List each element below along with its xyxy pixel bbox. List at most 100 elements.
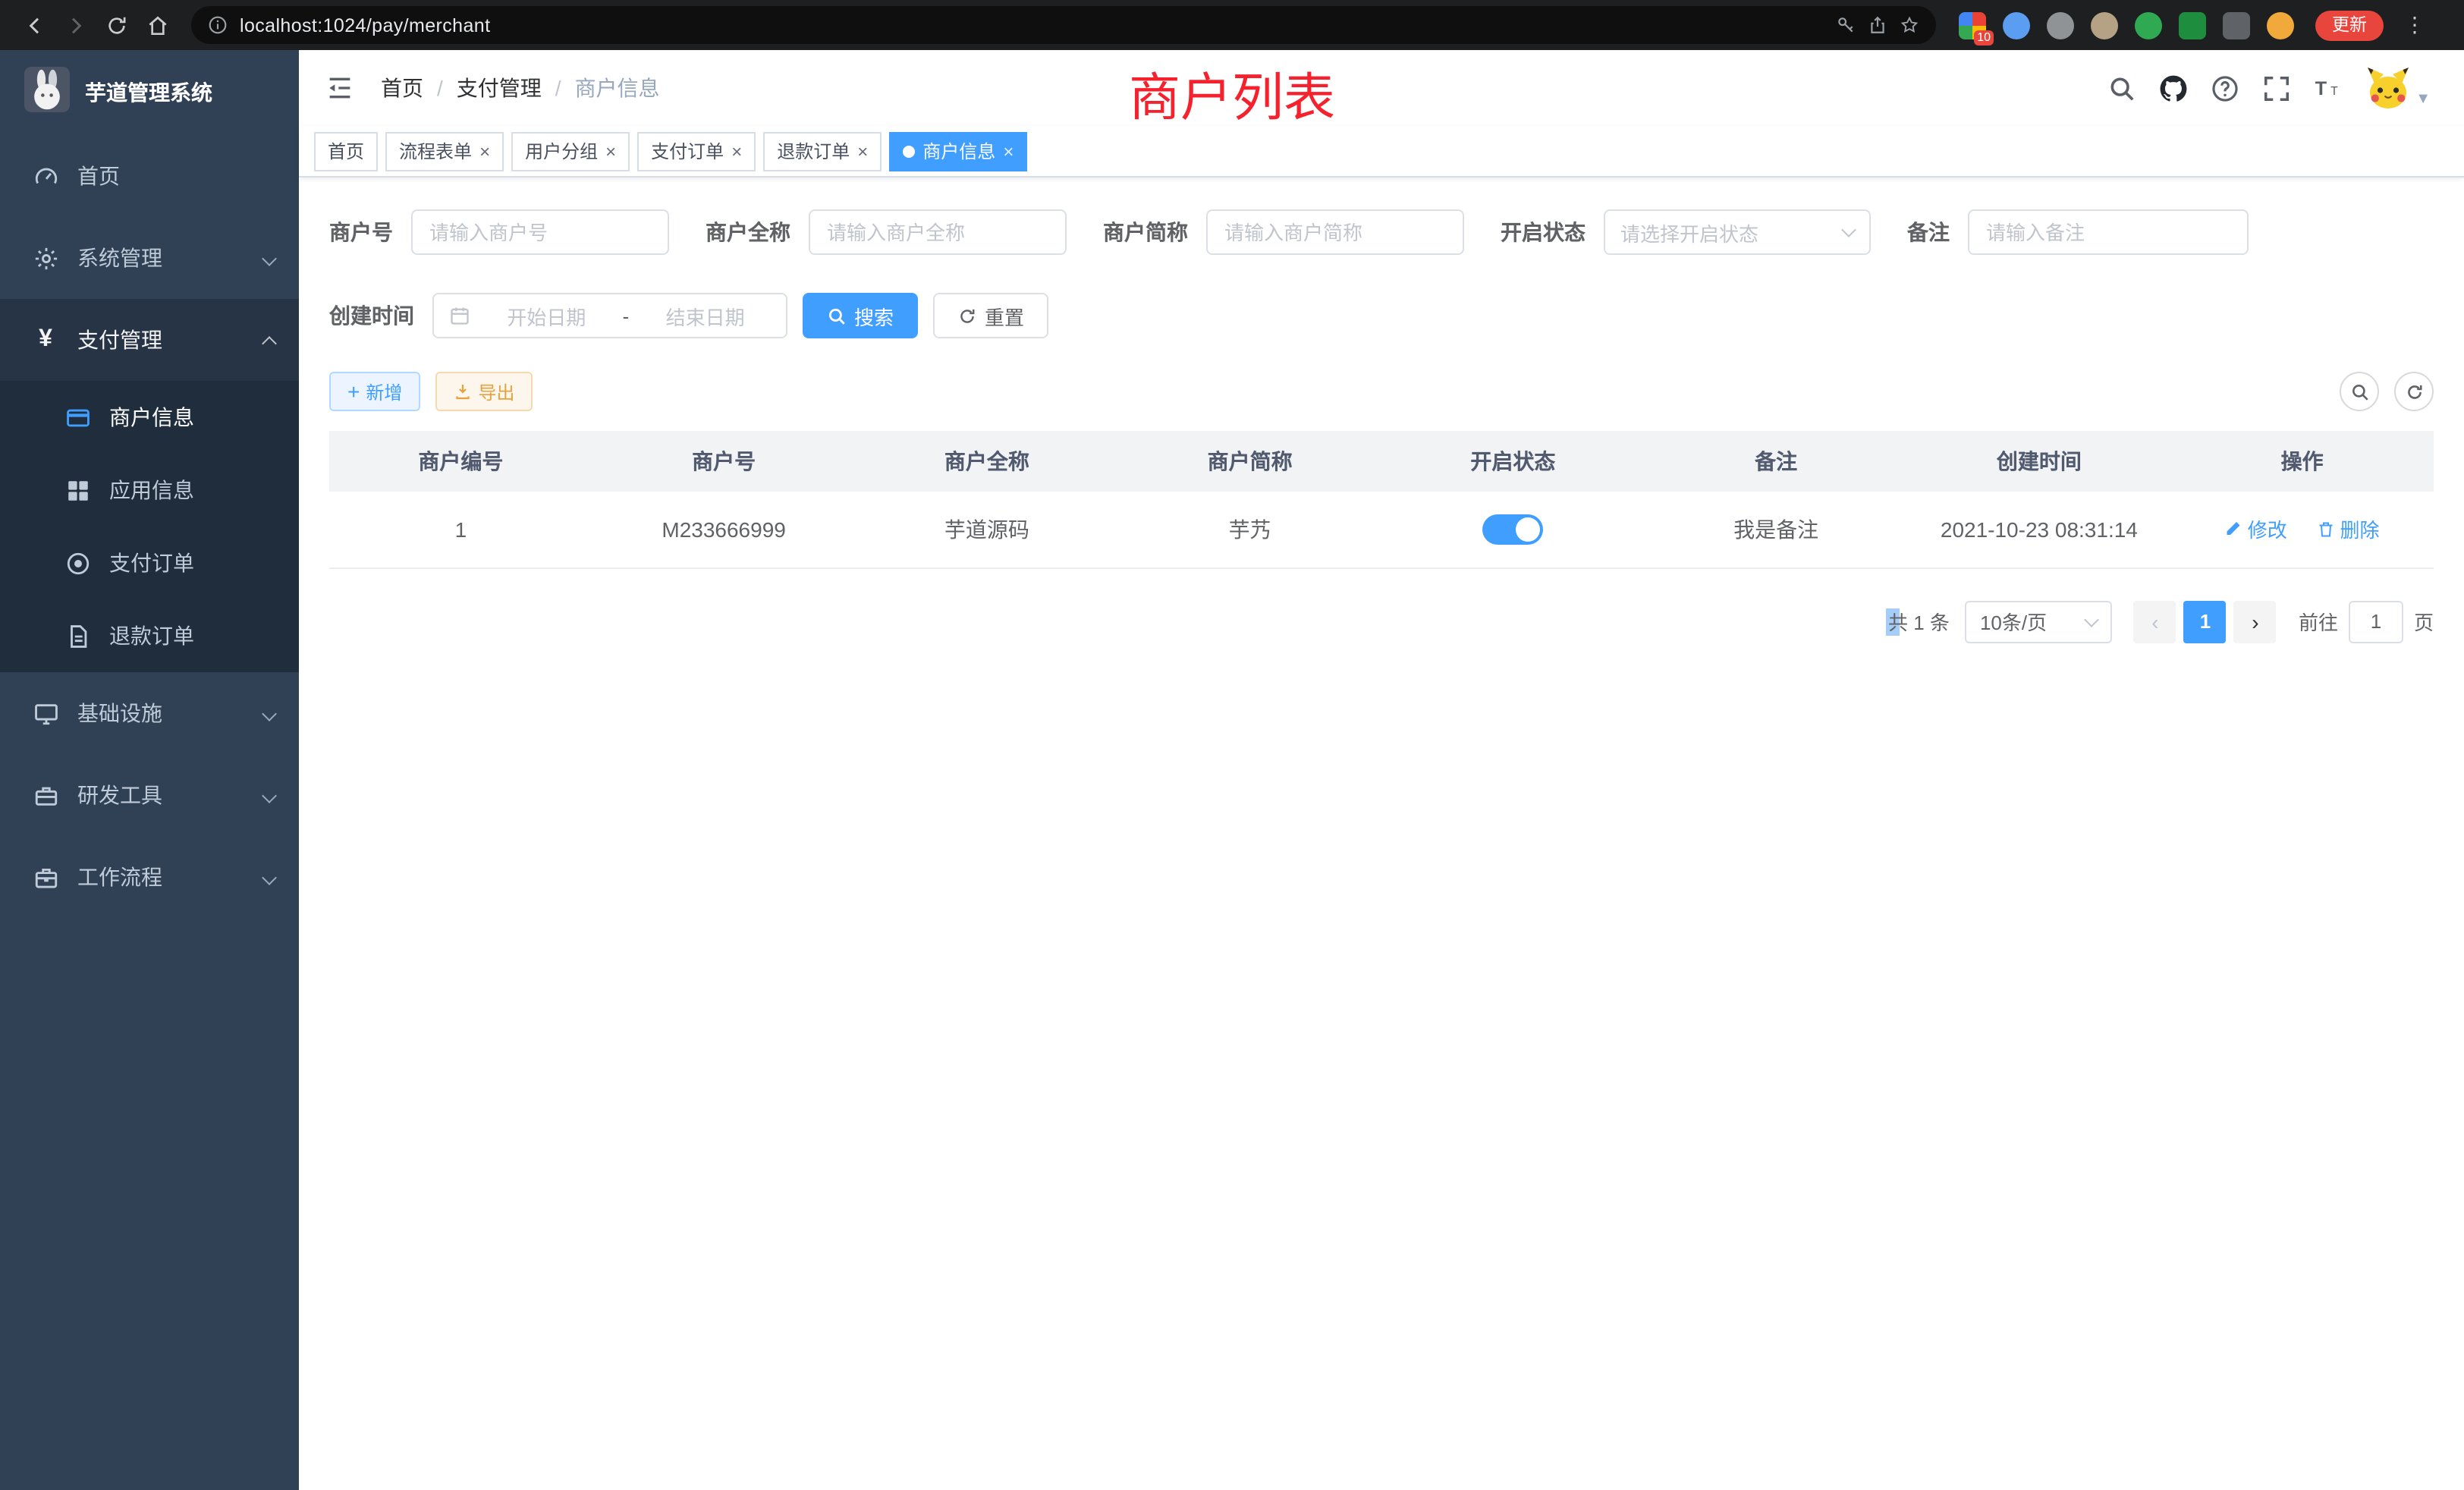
sidebar-item-label: 工作流程 [77, 862, 162, 892]
refresh-icon [957, 306, 977, 325]
next-page-button[interactable]: › [2234, 600, 2277, 643]
date-range-separator: - [623, 304, 630, 327]
app-logo[interactable]: 芋道管理系统 [0, 50, 299, 135]
sidebar-item-home[interactable]: 首页 [0, 135, 299, 217]
sidebar-item-refund-order[interactable]: 退款订单 [0, 599, 299, 672]
filter-row-1: 商户号 商户全称 商户简称 开启状态 请选择开启状态 [329, 209, 2434, 255]
tab-refund-order[interactable]: 退款订单 × [763, 131, 882, 171]
password-key-icon[interactable] [1836, 15, 1856, 35]
fullscreen-icon[interactable] [2262, 74, 2291, 102]
browser-profile-avatar[interactable] [2267, 11, 2294, 39]
search-button[interactable]: 搜索 [803, 293, 918, 338]
page-1-button[interactable]: 1 [2184, 600, 2227, 643]
sidebar-item-workflow[interactable]: 工作流程 [0, 836, 299, 918]
tab-user-group[interactable]: 用户分组 × [511, 131, 630, 171]
full-name-input[interactable] [809, 209, 1067, 255]
tab-label: 流程表单 [399, 138, 472, 164]
cell-full-name: 芋道源码 [856, 492, 1119, 567]
close-icon[interactable]: × [731, 142, 742, 160]
page-size-select[interactable]: 10条/页 [1965, 600, 2112, 643]
table-row: 1 M233666999 芋道源码 芋艿 我是备注 2021-10-23 08:… [329, 492, 2434, 567]
create-time-range-picker[interactable]: 开始日期 - 结束日期 [432, 293, 787, 338]
address-bar[interactable]: localhost:1024/pay/merchant [191, 6, 1936, 44]
sidebar-item-payment-management[interactable]: ¥ 支付管理 [0, 299, 299, 381]
prev-page-button[interactable]: ‹ [2134, 600, 2176, 643]
sidebar-item-label: 支付管理 [77, 325, 162, 355]
sidebar-item-infrastructure[interactable]: 基础设施 [0, 672, 299, 754]
browser-back-icon[interactable] [15, 6, 53, 44]
browser-reload-icon[interactable] [97, 6, 135, 44]
merchant-no-input[interactable] [411, 209, 669, 255]
bookmark-star-icon[interactable] [1900, 15, 1919, 35]
tab-label: 支付订单 [651, 138, 724, 164]
hamburger-icon[interactable] [325, 73, 355, 103]
delete-button[interactable]: 删除 [2318, 515, 2380, 544]
page-size-value: 10条/页 [1980, 607, 2047, 636]
col-merchant-id: 商户编号 [329, 431, 592, 492]
tags-view-bar: 首页 流程表单 × 用户分组 × 支付订单 × 退款订单 × [299, 126, 2464, 178]
github-icon[interactable] [2159, 74, 2188, 102]
status-select[interactable]: 请选择开启状态 [1604, 209, 1871, 255]
close-icon[interactable]: × [479, 142, 490, 160]
share-icon[interactable] [1868, 15, 1887, 35]
merchant-no-label: 商户号 [329, 217, 393, 247]
extension-icon-blue[interactable] [2003, 11, 2030, 39]
remark-input[interactable] [1968, 209, 2249, 255]
export-button[interactable]: 导出 [435, 372, 533, 411]
app-shell: 芋道管理系统 首页 系统管理 ¥ [0, 50, 2464, 1490]
tab-process-form[interactable]: 流程表单 × [385, 131, 504, 171]
breadcrumb-separator: / [555, 76, 561, 100]
top-navbar: 首页 / 支付管理 / 商户信息 [299, 50, 2464, 126]
extension-icon-tan[interactable] [2091, 11, 2118, 39]
merchant-table: 商户编号 商户号 商户全称 商户简称 开启状态 备注 创建时间 操作 1 [329, 431, 2434, 568]
extension-icon-colorful[interactable]: 10 [1959, 11, 1986, 39]
col-short-name: 商户简称 [1118, 431, 1381, 492]
close-icon[interactable]: × [857, 142, 868, 160]
document-icon [64, 622, 91, 649]
close-icon[interactable]: × [1003, 142, 1014, 160]
extension-icon-gray[interactable] [2047, 11, 2074, 39]
font-size-icon[interactable]: TT [2314, 74, 2343, 102]
edit-button[interactable]: 修改 [2225, 515, 2287, 544]
browser-home-icon[interactable] [138, 6, 176, 44]
sidebar-item-merchant-info[interactable]: 商户信息 [0, 381, 299, 454]
col-remark: 备注 [1645, 431, 1908, 492]
browser-menu-kebab-icon[interactable]: ⋮ [2396, 6, 2434, 44]
sidebar-item-system-management[interactable]: 系统管理 [0, 217, 299, 299]
goto-page-input[interactable] [2349, 600, 2403, 643]
add-button-label: 新增 [366, 379, 402, 404]
breadcrumb-home[interactable]: 首页 [381, 73, 423, 103]
toggle-search-button[interactable] [2340, 372, 2379, 411]
table-header-row: 商户编号 商户号 商户全称 商户简称 开启状态 备注 创建时间 操作 [329, 431, 2434, 492]
reset-button[interactable]: 重置 [933, 293, 1048, 338]
chevron-down-icon [262, 706, 277, 721]
tab-label: 首页 [328, 138, 364, 164]
help-icon[interactable] [2211, 74, 2239, 102]
browser-forward-icon[interactable] [56, 6, 94, 44]
short-name-input[interactable] [1206, 209, 1464, 255]
browser-update-button[interactable]: 更新 [2315, 10, 2384, 40]
right-toolbar [2340, 372, 2434, 411]
goto-label: 前往 [2299, 607, 2338, 636]
tab-home[interactable]: 首页 [314, 131, 378, 171]
extension-icon-dark[interactable] [2223, 11, 2250, 39]
tab-merchant-info[interactable]: 商户信息 × [889, 131, 1027, 171]
header-search-icon[interactable] [2107, 74, 2136, 102]
svg-text:T: T [2315, 77, 2327, 99]
refresh-table-button[interactable] [2394, 372, 2434, 411]
site-info-icon[interactable] [208, 15, 228, 35]
sidebar-item-label: 应用信息 [109, 475, 194, 505]
user-avatar[interactable]: ▼ [2365, 65, 2431, 111]
tab-payment-order[interactable]: 支付订单 × [637, 131, 756, 171]
status-toggle[interactable] [1482, 514, 1543, 545]
close-icon[interactable]: × [605, 142, 616, 160]
screenshot-stage: localhost:1024/pay/merchant 10 更新 ⋮ [0, 0, 2464, 1490]
app-title: 芋道管理系统 [85, 77, 212, 108]
sidebar-item-payment-order[interactable]: 支付订单 [0, 527, 299, 599]
sidebar-item-dev-tools[interactable]: 研发工具 [0, 754, 299, 836]
add-button[interactable]: + 新增 [329, 372, 420, 411]
extension-icon-green-square[interactable] [2179, 11, 2206, 39]
breadcrumb-payment[interactable]: 支付管理 [457, 73, 542, 103]
sidebar-item-app-info[interactable]: 应用信息 [0, 454, 299, 527]
extension-icon-green-circle[interactable] [2135, 11, 2162, 39]
